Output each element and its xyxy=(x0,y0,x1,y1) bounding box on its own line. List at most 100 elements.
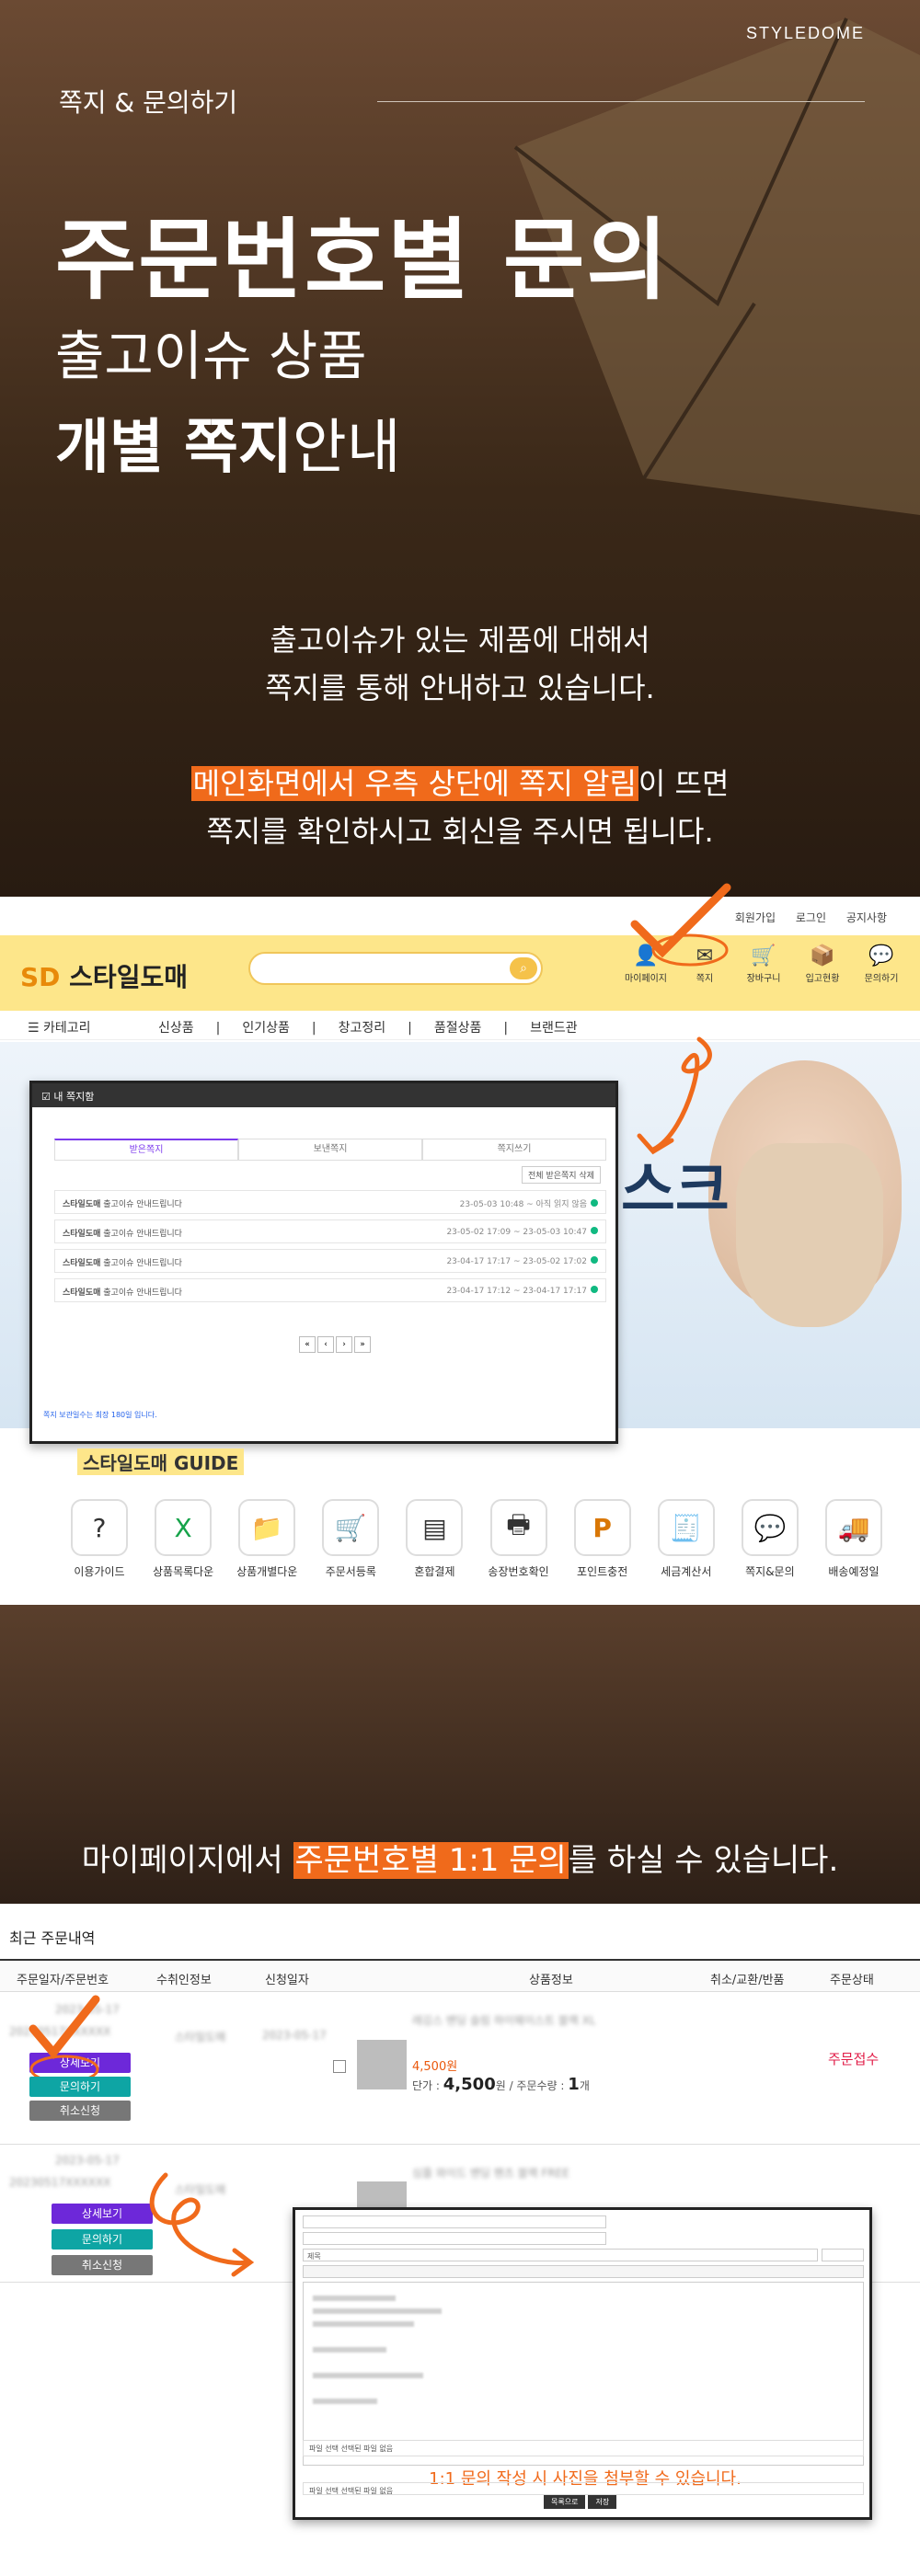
message-row[interactable]: 스타일도매 출고이슈 안내드립니다 23-05-03 10:48 ~ 아직 읽지 … xyxy=(54,1190,606,1214)
category-button[interactable]: ☰ 카테고리 xyxy=(28,1018,91,1036)
guide-invoice-check[interactable]: 🖶 송장번호확인 xyxy=(482,1499,556,1579)
editor-textarea[interactable] xyxy=(303,2282,864,2466)
stock-button[interactable]: 📦 입고현황 xyxy=(793,945,852,984)
table-row: 2023-05-17 20230517XXXXXX 상세보기 문의하기 취소신청… xyxy=(0,1992,920,2145)
guide-delivery-date[interactable]: 🚚 배송예정일 xyxy=(817,1499,891,1579)
point-icon: P xyxy=(573,1499,631,1556)
cancel-request-button[interactable]: 취소신청 xyxy=(29,2101,131,2121)
blurred-line xyxy=(313,2347,386,2353)
menu-new[interactable]: 신상품 xyxy=(158,1021,194,1036)
page-first[interactable]: « xyxy=(299,1336,316,1353)
page-last[interactable]: » xyxy=(354,1336,371,1353)
guide-mixed-payment[interactable]: ▤ 혼합결제 xyxy=(397,1499,471,1579)
hero-section: STYLEDOME 쪽지 & 문의하기 주문번호별 문의 출고이슈 상품 개별 … xyxy=(0,0,920,897)
modal-footer-note: 쪽지 보관일수는 최장 180일 입니다. xyxy=(43,1411,157,1419)
message-row[interactable]: 스타일도매 출고이슈 안내드립니다 23-04-17 17:17 ~ 23-05-… xyxy=(54,1249,606,1273)
main-menu: 신상품 | 인기상품 | 창고정리 | 품절상품 | 브랜드관 xyxy=(147,1018,589,1036)
chat-icon: 💬 xyxy=(868,945,894,967)
menu-popular[interactable]: 인기상품 xyxy=(242,1021,290,1036)
status-dot xyxy=(591,1286,598,1293)
top-nav: 회원가입 로그인 공지사항 xyxy=(719,910,887,925)
cart-button[interactable]: 🛒 장바구니 xyxy=(734,945,793,984)
section-subheading: 쪽지 & 문의하기 xyxy=(59,87,238,118)
hero-desc-1: 출고이슈가 있는 제품에 대해서 xyxy=(270,623,650,658)
status-dot xyxy=(591,1227,598,1234)
page-next[interactable]: › xyxy=(336,1336,352,1353)
menu-sep: | xyxy=(215,1021,221,1036)
message-row[interactable]: 스타일도매 출고이슈 안내드립니다 23-05-02 17:09 ~ 23-05-… xyxy=(54,1219,606,1243)
product-price: 4,500원 xyxy=(412,2060,458,2074)
check-mark-annotation xyxy=(29,1995,100,2077)
pagination: « ‹ › » xyxy=(299,1336,373,1353)
search-input[interactable]: ⌕ xyxy=(248,952,543,985)
editor-option[interactable] xyxy=(822,2249,864,2261)
menu-soldout[interactable]: 품절상품 xyxy=(434,1021,482,1036)
hero-line-3-bold: 개별 쪽지 xyxy=(55,414,293,482)
category-bar: ☰ 카테고리 신상품 | 인기상품 | 창고정리 | 품절상품 | 브랜드관 xyxy=(0,1011,920,1040)
unit-price-line: 단가 : 4,500원 / 주문수량 : 1개 xyxy=(412,2075,590,2094)
file-attach-2[interactable]: 파일 선택 선택된 파일 없음 xyxy=(303,2482,864,2495)
guide-product-list[interactable]: X 상품목록다운 xyxy=(146,1499,220,1579)
guide-message-inquiry[interactable]: 💬 쪽지&문의 xyxy=(733,1499,807,1579)
check-mark-annotation xyxy=(630,883,731,967)
search-icon[interactable]: ⌕ xyxy=(510,957,537,979)
tab-received[interactable]: 받은쪽지 xyxy=(54,1139,238,1160)
menu-clearance[interactable]: 창고정리 xyxy=(339,1021,386,1036)
invoice-icon: 🧾 xyxy=(657,1499,715,1556)
guide-usage[interactable]: ? 이용가이드 xyxy=(63,1499,136,1579)
product-name[interactable]: 심플 와이드 밴딩 팬츠 블랙 FREE xyxy=(412,2165,569,2181)
payment-icon: ▤ xyxy=(406,1499,464,1556)
order-date: 2023-05-17 xyxy=(55,2154,120,2167)
site-screenshot: 회원가입 로그인 공지사항 SD 스타일도매 ⌕ 👤 마이페이지 ✉ 쪽지 🛒 장바구… xyxy=(0,883,920,1605)
folder-icon: 📁 xyxy=(238,1499,296,1556)
inquiry-editor-popup: 제목 파일 선택 선택된 파일 없음 1:1 문의 작성 시 사진을 첨부할 수… xyxy=(293,2207,872,2520)
guide-tag: 스타일도매 GUIDE xyxy=(77,1448,245,1475)
site-logo[interactable]: SD 스타일도매 xyxy=(20,957,188,994)
editor-toolbar[interactable] xyxy=(303,2265,864,2278)
modal-title: ☑ 내 쪽지함 xyxy=(32,1083,615,1107)
notice-link[interactable]: 공지사항 xyxy=(846,911,887,924)
inquiry-button[interactable]: 💬 문의하기 xyxy=(852,945,911,984)
message-modal: ☑ 내 쪽지함 받은쪽지 보낸쪽지 쪽지쓰기 전체 받은쪽지 삭제 스타일도매 … xyxy=(29,1081,618,1444)
page-prev[interactable]: ‹ xyxy=(317,1336,334,1353)
message-row[interactable]: 스타일도매 출고이슈 안내드립니다 23-04-17 17:12 ~ 23-04-… xyxy=(54,1278,606,1302)
menu-brand[interactable]: 브랜드관 xyxy=(530,1021,578,1036)
tab-write[interactable]: 쪽지쓰기 xyxy=(422,1139,606,1160)
guide-product-download[interactable]: 📁 상품개별다운 xyxy=(230,1499,304,1579)
editor-field[interactable] xyxy=(303,2232,606,2245)
orders-table-header: 주문일자/주문번호 수취인정보 신청일자 상품정보 취소/교환/반품 주문상태 xyxy=(0,1959,920,1992)
inquiry-button[interactable]: 문의하기 xyxy=(29,2077,131,2097)
arrow-annotation xyxy=(149,2172,255,2277)
hero-title: 주문번호별 문의 xyxy=(55,209,670,312)
save-button[interactable]: 저장 xyxy=(588,2495,617,2509)
mypage-section: 마이페이지에서 주문번호별 1:1 문의를 하실 수 있습니다. xyxy=(0,1605,920,1904)
blurred-line xyxy=(313,2399,377,2404)
product-thumbnail[interactable] xyxy=(357,2040,407,2089)
guide-tax-invoice[interactable]: 🧾 세금계산서 xyxy=(650,1499,723,1579)
col-status: 주문상태 xyxy=(830,1974,874,1987)
menu-sep: | xyxy=(503,1021,509,1036)
row-checkbox[interactable] xyxy=(333,2060,346,2073)
delete-all-button[interactable]: 전체 받은쪽지 삭제 xyxy=(522,1166,601,1184)
guide-point-charge[interactable]: P 포인트충전 xyxy=(566,1499,639,1579)
menu-sep: | xyxy=(408,1021,412,1036)
status-dot xyxy=(591,1256,598,1264)
guide-order-register[interactable]: 🛒 주문서등록 xyxy=(314,1499,387,1579)
applied-date: 2023-05-17 xyxy=(262,2029,327,2042)
divider-line xyxy=(377,101,865,102)
mypage-caption-highlight: 주문번호별 1:1 문의 xyxy=(293,1842,569,1879)
guide-icons: ? 이용가이드 X 상품목록다운 📁 상품개별다운 🛒 주문서등록 ▤ 혼합결제 🖶 송장번… xyxy=(63,1499,891,1579)
modal-tabs: 받은쪽지 보낸쪽지 쪽지쓰기 xyxy=(54,1139,606,1161)
subject-input[interactable]: 제목 xyxy=(303,2249,818,2261)
login-link[interactable]: 로그인 xyxy=(796,911,826,924)
excel-icon: X xyxy=(155,1499,213,1556)
editor-field[interactable] xyxy=(303,2215,606,2228)
tab-sent[interactable]: 보낸쪽지 xyxy=(238,1139,422,1160)
product-name[interactable]: 레깅스 밴딩 슬림 하이웨이스트 블랙 XL xyxy=(412,2012,596,2028)
hero-desc-3-rest: 이 뜨면 xyxy=(638,766,730,801)
hero-desc-4: 쪽지를 확인하시고 회신을 주시면 됩니다. xyxy=(206,814,714,849)
cart-icon: 🛒 xyxy=(751,945,776,967)
list-button[interactable]: 목록으로 xyxy=(544,2495,586,2509)
signup-link[interactable]: 회원가입 xyxy=(735,911,776,924)
file-attach-1[interactable]: 파일 선택 선택된 파일 없음 xyxy=(303,2440,864,2456)
